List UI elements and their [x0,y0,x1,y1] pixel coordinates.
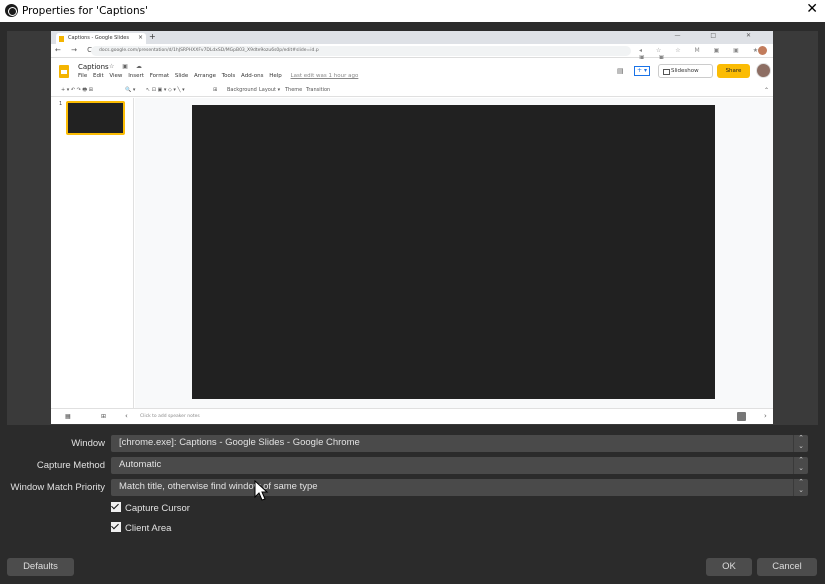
zoom-icon: 🔍 ▾ [125,87,136,93]
menu-slide: Slide [174,73,189,79]
menu-tools: Tools [221,73,236,79]
menu-view: View [109,73,123,79]
checkbox-checked-icon[interactable] [111,522,121,532]
capture-method-arrow-icon[interactable]: ⌃ ⌄ [793,457,808,474]
slide-canvas-area: ⌃ [135,87,773,408]
client-area-checkbox[interactable]: Client Area [111,522,171,534]
window-label: Window [71,438,105,449]
slides-menubar: File Edit View Insert Format Slide Arran… [78,73,362,79]
browser-url: docs.google.com/presentation/d/1hJSRPHXX… [91,46,631,56]
menu-insert: Insert [128,73,144,79]
ok-button[interactable]: OK [706,558,752,576]
window-select-value: [chrome.exe]: Captions - Google Slides -… [119,437,360,448]
capture-cursor-checkbox[interactable]: Capture Cursor [111,502,190,514]
match-priority-label: Window Match Priority [10,482,106,493]
speaker-notes-placeholder: Click to add speaker notes [140,414,200,419]
match-priority-arrow-icon[interactable]: ⌃ ⌄ [793,479,808,496]
captured-browser-window: Captions - Google Slides × + — □ ✕ ← → C… [51,31,773,424]
capture-method-select[interactable]: Automatic ⌃ ⌄ [111,457,808,474]
window-title: Properties for 'Captions' [22,5,148,17]
slides-header: Captions ☆ ▣ ☁ File Edit View Insert For… [51,59,773,85]
browser-tab: Captions - Google Slides × [56,33,146,44]
browser-address-bar: ← → C docs.google.com/presentation/d/1hJ… [51,44,773,61]
slides-logo-icon [59,65,69,78]
match-priority-select[interactable]: Match title, otherwise find window of sa… [111,479,808,496]
new-tab-icon: + [149,32,156,41]
slide-filmstrip: 1 [51,98,134,408]
browser-tab-title: Captions - Google Slides [68,35,129,41]
slides-favicon-icon [59,36,64,42]
menu-help: Help [269,73,282,79]
slide-canvas [192,105,715,399]
slides-header-actions: ▤ + ▾ Slideshow Share [613,59,773,85]
speaker-notes-bar: ▦ ⊞ ‹ Click to add speaker notes › [51,408,773,424]
star-folder-cloud-icons: ☆ ▣ ☁ [109,63,145,70]
window-select[interactable]: [chrome.exe]: Captions - Google Slides -… [111,435,808,452]
tab-close-icon: × [137,34,143,41]
account-avatar [756,63,771,78]
toolbar-draw-icons: ↖ ⊡ ▣ ▾ ◇ ▾ ╲ ▾ [146,87,185,93]
grid-view-icon: ⊞ [101,413,107,420]
doc-title: Captions [78,63,109,71]
theme-button: Theme [285,87,303,93]
slides-toolbar: + ▾ ↶ ↷ 🖶 ⊞ 🔍 ▾ ↖ ⊡ ▣ ▾ ◇ ▾ ╲ ▾ ⊞ Backgr… [51,85,773,97]
defaults-button[interactable]: Defaults [7,558,74,576]
browser-tab-strip: Captions - Google Slides × + — □ ✕ [51,31,773,44]
browser-avatar [758,46,767,55]
collapse-panel-icon: ‹ [125,412,128,420]
menu-addons: Add-ons [241,73,264,79]
menu-format: Format [149,73,170,79]
checkbox-checked-icon[interactable] [111,502,121,512]
menu-file: File [78,73,88,79]
last-edit-link: Last edit was 1 hour ago [290,73,359,79]
mouse-pointer-icon [254,480,269,501]
toolbar-edit-icons: + ▾ ↶ ↷ 🖶 ⊞ [61,87,93,93]
side-panel-chevron-icon: › [764,412,767,420]
slide-thumbnail [66,101,125,135]
cancel-button[interactable]: Cancel [757,558,817,576]
window-select-arrow-icon[interactable]: ⌃ ⌄ [793,435,808,452]
slideshow-button: Slideshow [658,64,713,78]
collapse-toolbar-icon: ⌃ [763,87,769,94]
filmstrip-view-icon: ▦ [65,413,71,420]
share-button: Share [717,64,750,78]
title-bar: Properties for 'Captions' ✕ [0,0,825,22]
menu-edit: Edit [92,73,104,79]
present-add-icon: + ▾ [634,66,650,76]
explore-icon [737,412,746,421]
background-button: Background [227,87,257,93]
layout-button: Layout ▾ [259,87,281,93]
browser-nav-icons: ← → C [55,46,97,54]
capture-method-value: Automatic [119,459,162,470]
add-comment-icon: ⊞ [213,87,218,93]
obs-logo-icon [5,4,18,17]
client-area-label: Client Area [125,523,172,534]
transition-button: Transition [306,87,331,93]
capture-method-label: Capture Method [36,460,105,471]
match-priority-value: Match title, otherwise find window of sa… [119,481,318,492]
menu-arrange: Arrange [194,73,216,79]
slide-number: 1 [59,101,63,107]
browser-window-controls: — □ ✕ [674,32,765,39]
capture-cursor-label: Capture Cursor [125,503,190,514]
comment-history-icon: ▤ [617,67,624,75]
close-icon[interactable]: ✕ [806,1,818,17]
